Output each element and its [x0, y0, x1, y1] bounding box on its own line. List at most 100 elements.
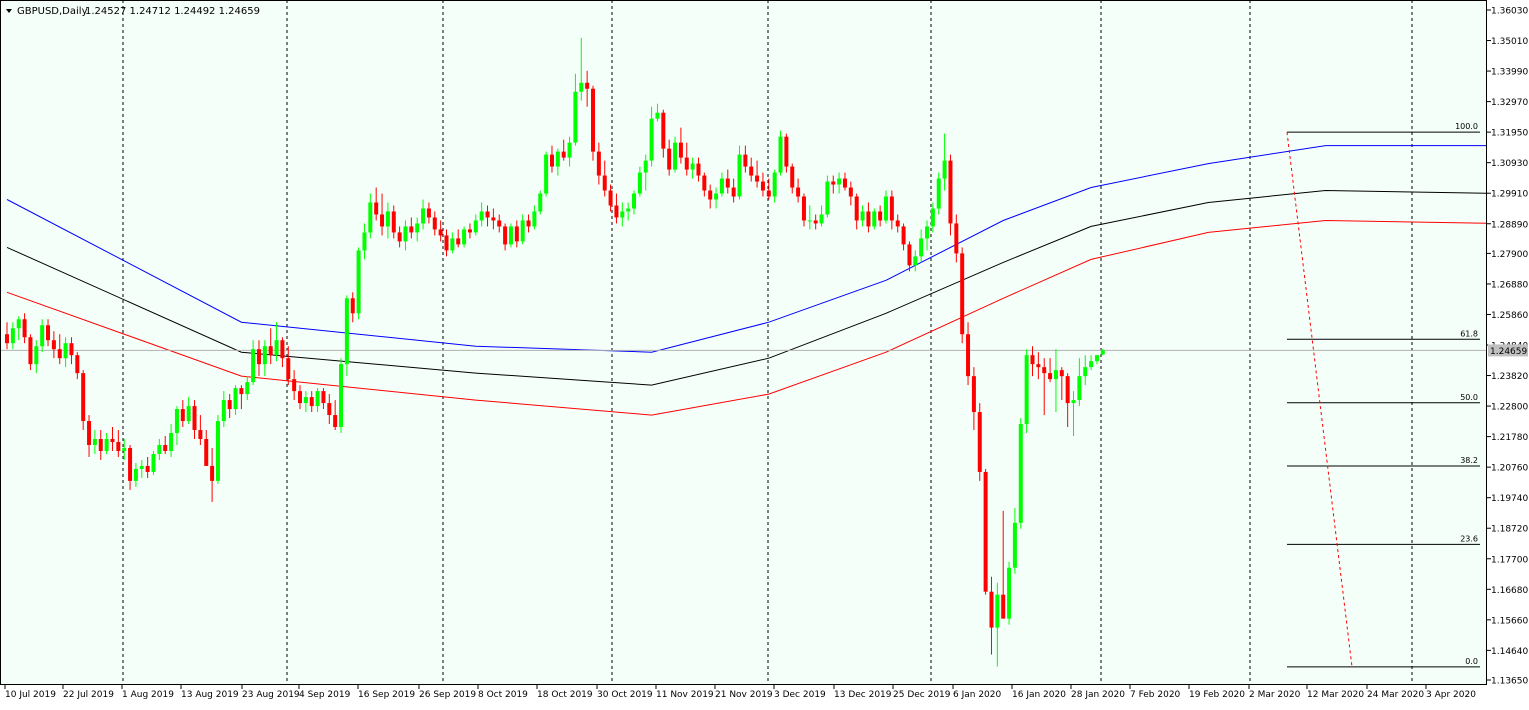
candle-body	[286, 358, 291, 380]
time-tick-label: 22 Jul 2019	[63, 690, 114, 700]
candle-body	[485, 211, 490, 218]
candle-body	[702, 175, 707, 191]
header: GBPUSD,Daily 1.24527 1.24712 1.24492 1.2…	[6, 6, 260, 17]
fib-level-label: 23.6	[1460, 534, 1478, 543]
candle-body	[778, 136, 783, 173]
candle	[983, 468, 988, 595]
candle-body	[239, 388, 244, 395]
candle-body	[163, 444, 168, 451]
candle-body	[971, 376, 976, 413]
candle-body	[186, 406, 191, 422]
candle-body	[456, 238, 461, 245]
candle-body	[966, 334, 971, 377]
price-tick-label: 1.32970	[1491, 98, 1528, 108]
candle-body	[81, 373, 86, 422]
candle-body	[462, 229, 467, 245]
candle-body	[215, 421, 220, 481]
candle-body	[544, 154, 549, 194]
candle-body	[520, 220, 525, 242]
candle-body	[567, 142, 572, 158]
candle-body	[860, 211, 865, 221]
candle-body	[403, 226, 408, 242]
candle-body	[467, 229, 472, 233]
candle-body	[174, 409, 179, 434]
candle	[825, 175, 830, 218]
candle-body	[87, 421, 92, 445]
candle-body	[526, 220, 531, 227]
time-tick-label: 11 Nov 2019	[656, 690, 714, 700]
candle-body	[157, 444, 162, 454]
candle-body	[227, 400, 232, 410]
candle-body	[5, 334, 9, 344]
candle-body	[930, 208, 935, 227]
time-tick-label: 16 Sep 2019	[358, 690, 415, 700]
candle-body	[995, 594, 1000, 628]
candle-body	[450, 238, 455, 251]
candle-body	[374, 202, 379, 215]
time-tick-label: 1 Aug 2019	[122, 690, 174, 700]
candle-body	[1024, 355, 1029, 425]
candle-body	[643, 160, 648, 173]
candle-body	[292, 379, 297, 392]
time-tick-label: 30 Oct 2019	[597, 690, 653, 700]
candle-body	[637, 172, 642, 194]
time-tick-label: 28 Jan 2020	[1071, 690, 1125, 700]
candle-body	[1089, 361, 1094, 368]
candle-body	[848, 187, 853, 197]
candle-body	[1042, 367, 1047, 374]
time-tick-label: 7 Feb 2020	[1130, 690, 1181, 700]
candle-body	[596, 151, 601, 176]
candle-body	[942, 160, 947, 179]
candle-body	[719, 178, 724, 194]
candle-body	[274, 340, 279, 356]
candle-body	[960, 253, 965, 335]
candle-body	[954, 223, 959, 254]
price-tick-label: 1.17700	[1491, 555, 1528, 565]
chart-window[interactable]: 100.0 61.8 50.0 38.2 23.6 0.0 1.36030 1.35010 1…	[0, 0, 1529, 706]
candle-body	[339, 364, 344, 428]
candle-body	[772, 172, 777, 197]
candle-body	[825, 181, 830, 215]
candle-body	[315, 391, 320, 407]
candle-body	[356, 250, 361, 314]
candle-body	[192, 406, 197, 431]
candle-body	[385, 211, 390, 227]
candle-body	[497, 220, 502, 227]
candle-body	[807, 220, 812, 222]
candle-body	[1036, 364, 1041, 368]
candle-body	[116, 441, 121, 451]
price-chart[interactable]: 100.0 61.8 50.0 38.2 23.6 0.0 1.36030 1.35010 1…	[0, 0, 1529, 706]
candle-body	[1083, 367, 1088, 377]
candle-body	[122, 447, 127, 451]
time-tick-label: 4 Sep 2019	[299, 690, 351, 700]
candle	[462, 226, 467, 248]
candle-body	[614, 205, 619, 218]
time-axis[interactable]: 10 Jul 2019 22 Jul 2019 1 Aug 2019 13 Aug 2…	[0, 685, 1487, 706]
candle-body	[10, 328, 15, 344]
candle-body	[813, 220, 818, 224]
time-tick-label: 24 Mar 2020	[1367, 690, 1424, 700]
price-tick-label: 1.31950	[1491, 129, 1528, 139]
candle-body	[573, 91, 578, 143]
price-tick-label: 1.14640	[1491, 647, 1528, 657]
price-tick-label: 1.18720	[1491, 525, 1528, 535]
candle-body	[22, 319, 27, 338]
candle-body	[1007, 567, 1012, 619]
candle-body	[673, 142, 678, 170]
candle-body	[110, 439, 115, 442]
candle-body	[92, 439, 97, 445]
candle-body	[755, 175, 760, 182]
candle-body	[1053, 370, 1058, 380]
candle	[1024, 349, 1029, 434]
price-tick-label: 1.15660	[1491, 616, 1528, 626]
candle-body	[983, 471, 988, 592]
candle-body	[884, 196, 888, 221]
candle-body	[333, 415, 338, 428]
candle-body	[491, 217, 496, 221]
candle-body	[895, 220, 900, 227]
candle-body	[696, 163, 701, 176]
time-tick-label: 16 Jan 2020	[1012, 690, 1066, 700]
candle-body	[872, 211, 877, 227]
candle-body	[75, 355, 80, 374]
price-tag: 1.24659	[1488, 344, 1528, 357]
